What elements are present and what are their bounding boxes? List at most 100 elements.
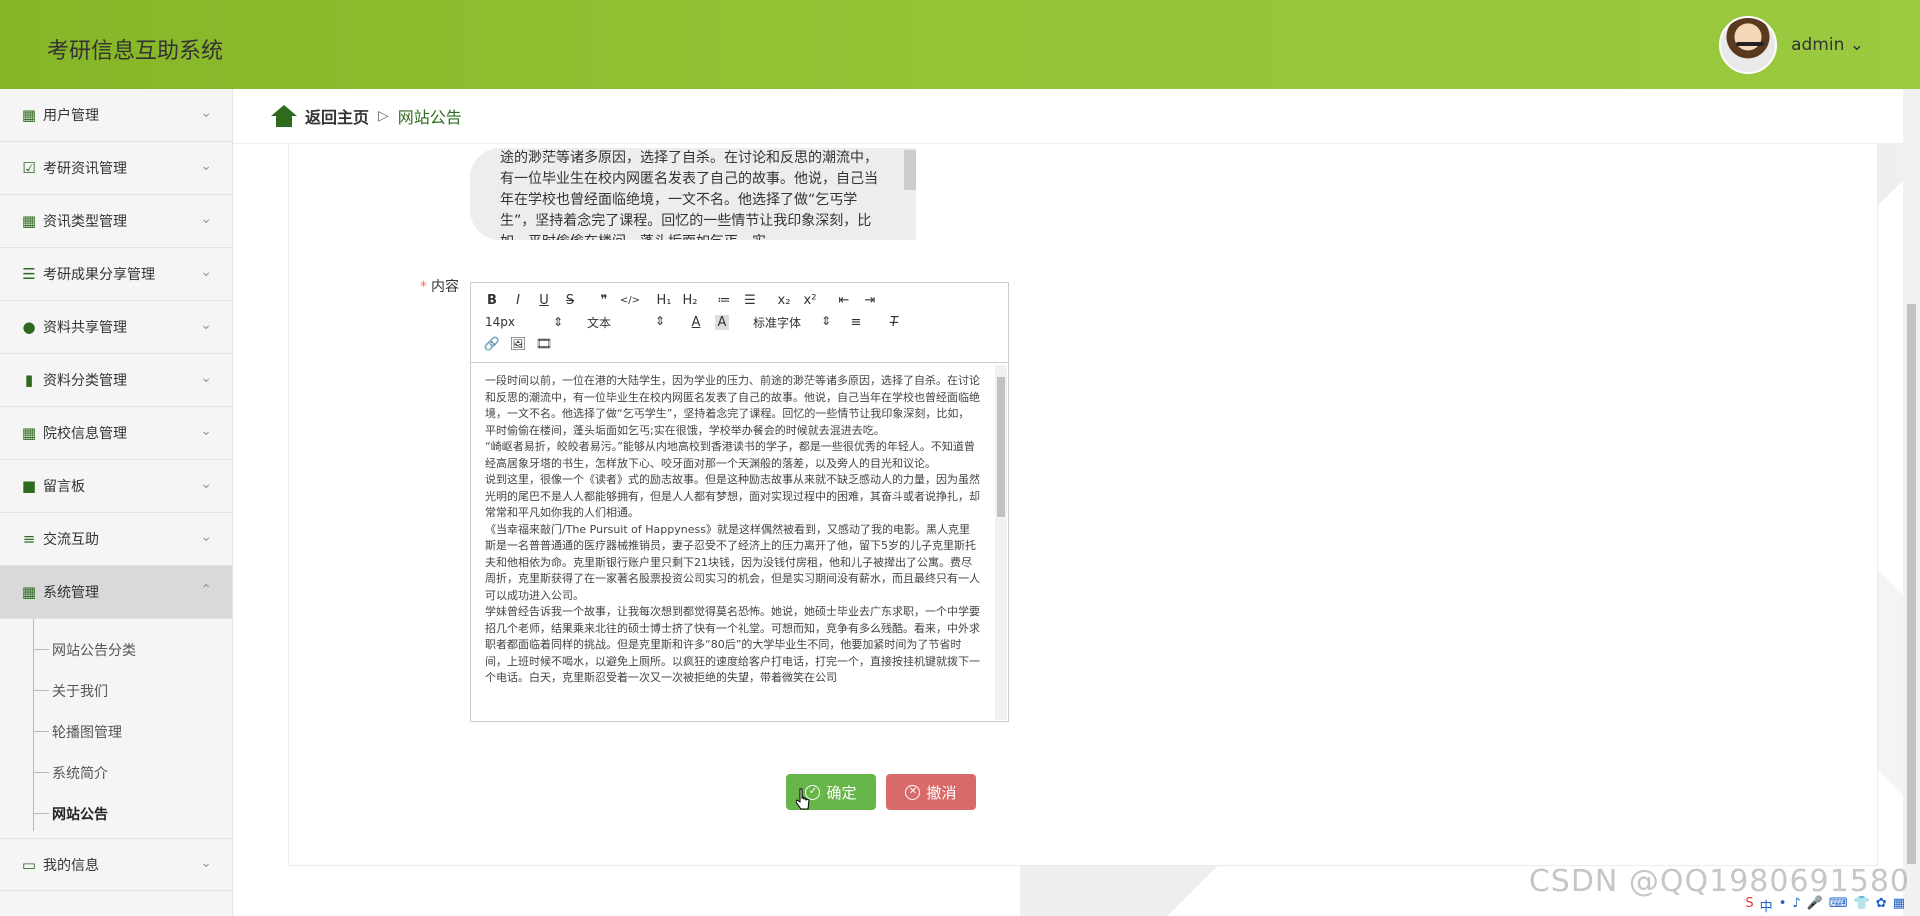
subscript-button[interactable]: x₂ <box>771 293 797 308</box>
chevron-down-icon: ⌄ <box>200 370 212 386</box>
user-name[interactable]: admin ⌄ <box>1791 35 1864 55</box>
select-arrow-icon: ⇕ <box>552 315 563 329</box>
content-label: * 内容 <box>420 276 459 296</box>
header2-button[interactable]: H₂ <box>677 293 703 308</box>
home-icon[interactable] <box>271 105 297 127</box>
system-submenu: 网站公告分类 关于我们 轮播图管理 系统简介 网站公告 <box>0 619 232 834</box>
microphone-icon[interactable]: 🎤 <box>1807 896 1823 916</box>
grid-icon: ▦ <box>21 583 37 601</box>
bold-button[interactable]: B <box>479 293 505 308</box>
clear-format-icon[interactable]: T̶ <box>881 315 907 330</box>
breadcrumb-separator: ▷ <box>378 108 389 124</box>
chevron-down-icon: ⌄ <box>200 855 212 871</box>
watermark: CSDN @QQ1980691580 <box>1528 864 1910 899</box>
indent-button[interactable]: ⇥ <box>857 293 883 308</box>
ime-chinese-indicator[interactable]: 中 <box>1760 896 1773 916</box>
summary-scrollbar[interactable] <box>904 150 916 190</box>
toolbar-row-1: B I U S ❞ </> H₁ H₂ ≔ ☰ x₂ x² ⇤ ⇥ <box>479 289 1000 311</box>
sidebar-item-news-type-management[interactable]: ▦ 资讯类型管理 ⌄ <box>0 195 232 248</box>
sidebar-item-system-management[interactable]: ▦ 系统管理 ⌃ <box>0 566 232 619</box>
chevron-up-icon: ⌃ <box>200 582 212 598</box>
settings-icon[interactable]: ✿ <box>1876 896 1887 916</box>
grid-icon: ▦ <box>21 106 37 124</box>
chevron-down-icon: ⌄ <box>200 264 212 280</box>
blockquote-button[interactable]: ❞ <box>591 293 617 308</box>
superscript-button[interactable]: x² <box>797 293 823 308</box>
chevron-down-icon: ⌄ <box>200 211 212 227</box>
video-icon[interactable]: 🎞 <box>531 337 557 352</box>
content-paragraph: 《当幸福来敲门/The Pursuit of Happyness》就是这样偶然被… <box>485 522 980 602</box>
bar-chart-icon: ▮ <box>24 371 34 389</box>
toolbox-icon[interactable]: ▦ <box>1893 896 1905 916</box>
editor-scrollbar-thumb[interactable] <box>997 377 1005 517</box>
chevron-down-icon: ⌄ <box>200 529 212 545</box>
user-icon: ● <box>22 318 36 336</box>
italic-button[interactable]: I <box>505 293 531 308</box>
align-icon[interactable]: ≡ <box>843 315 869 330</box>
link-icon[interactable]: 🔗 <box>479 337 505 352</box>
sidebar-item-resource-category[interactable]: ▮ 资料分类管理 ⌄ <box>0 354 232 407</box>
editor-content[interactable]: 一段时间以前，一位在港的大陆学生，因为学业的压力、前途的渺茫等诸多原因，选择了自… <box>471 363 1008 721</box>
confirm-label: 确定 <box>826 783 857 802</box>
editor-scrollbar[interactable] <box>995 365 1007 720</box>
rich-text-editor: B I U S ❞ </> H₁ H₂ ≔ ☰ x₂ x² ⇤ ⇥ 14px ⇕ … <box>470 282 1009 722</box>
sidebar-item-label: 考研成果分享管理 <box>43 267 155 283</box>
submenu-item-system-intro[interactable]: 系统简介 <box>0 752 232 793</box>
bullet-list-button[interactable]: ☰ <box>737 293 763 308</box>
editor-toolbar: B I U S ❞ </> H₁ H₂ ≔ ☰ x₂ x² ⇤ ⇥ 14px ⇕ … <box>471 283 1008 363</box>
summary-textarea[interactable]: 途的渺茫等诸多原因，选择了自杀。在讨论和反思的潮流中，有一位毕业生在校内网匿名发… <box>470 148 916 240</box>
background-color-icon[interactable]: A <box>715 314 729 330</box>
submenu-item-about-us[interactable]: 关于我们 <box>0 670 232 711</box>
skin-icon[interactable]: 👕 <box>1854 896 1870 916</box>
ime-sound-icon[interactable]: ♪ <box>1792 896 1800 916</box>
code-block-button[interactable]: </> <box>617 295 643 306</box>
sidebar-item-message-board[interactable]: ■ 留言板 ⌄ <box>0 460 232 513</box>
breadcrumb-home-link[interactable]: 返回主页 <box>305 104 369 128</box>
font-color-icon[interactable]: A <box>683 315 709 330</box>
chevron-down-icon: ⌄ <box>200 476 212 492</box>
submenu-item-notice-category[interactable]: 网站公告分类 <box>0 629 232 670</box>
ime-punctuation-icon[interactable]: • <box>1779 896 1787 916</box>
header1-button[interactable]: H₁ <box>651 293 677 308</box>
sidebar-item-label: 系统管理 <box>43 585 99 601</box>
sidebar-item-label: 用户管理 <box>43 108 99 124</box>
font-family-select[interactable]: 标准字体 ⇕ <box>747 314 837 331</box>
keyboard-icon[interactable]: ⌨ <box>1829 896 1848 916</box>
toolbar-row-2: 14px ⇕ 文本 ⇕ A A 标准字体 ⇕ ≡ T̶ <box>479 311 1000 333</box>
clipboard-check-icon: ☑ <box>22 159 36 177</box>
sidebar-item-exchange[interactable]: ≡ 交流互助 ⌄ <box>0 513 232 566</box>
submenu-item-carousel[interactable]: 轮播图管理 <box>0 711 232 752</box>
card-icon: ▭ <box>21 855 37 874</box>
sidebar-item-school-info[interactable]: ▦ 院校信息管理 ⌄ <box>0 407 232 460</box>
system-tray: S 中 • ♪ 🎤 ⌨ 👕 ✿ ▦ <box>1745 896 1905 916</box>
content-paragraph: “崎岖者易折，皎皎者易污。”能够从内地高校到香港读书的学子，都是一些很优秀的年轻… <box>485 440 975 470</box>
sidebar-item-user-management[interactable]: ▦ 用户管理 ⌄ <box>0 89 232 142</box>
sidebar-item-label: 交流互助 <box>43 532 99 548</box>
ime-logo-icon[interactable]: S <box>1745 896 1753 916</box>
close-circle-icon: ✕ <box>905 784 921 800</box>
ordered-list-button[interactable]: ≔ <box>711 293 737 308</box>
page-scrollbar[interactable] <box>1903 89 1920 916</box>
image-icon[interactable]: 🖼 <box>505 337 531 352</box>
sidebar-item-my-info[interactable]: ▭ 我的信息 ⌄ <box>0 838 232 891</box>
avatar[interactable] <box>1719 16 1778 74</box>
sidebar-item-label: 院校信息管理 <box>43 426 127 442</box>
sidebar-item-resource-share[interactable]: ● 资料共享管理 ⌄ <box>0 301 232 354</box>
underline-button[interactable]: U <box>531 293 557 308</box>
header-select[interactable]: 文本 ⇕ <box>581 314 671 331</box>
user-menu[interactable]: admin ⌄ <box>1719 16 1864 74</box>
chevron-down-icon: ⌄ <box>200 158 212 174</box>
summary-text: 途的渺茫等诸多原因，选择了自杀。在讨论和反思的潮流中，有一位毕业生在校内网匿名发… <box>500 150 878 240</box>
submenu-item-site-notice[interactable]: 网站公告 <box>0 793 232 834</box>
sidebar-item-label: 留言板 <box>43 479 85 495</box>
list-icon: ☰ <box>22 265 36 283</box>
sidebar-item-achievement-share[interactable]: ☰ 考研成果分享管理 ⌄ <box>0 248 232 301</box>
sidebar-item-label: 考研资讯管理 <box>43 161 127 177</box>
font-size-select[interactable]: 14px ⇕ <box>479 315 569 329</box>
strike-button[interactable]: S <box>557 293 583 308</box>
page-scrollbar-thumb[interactable] <box>1907 304 1916 864</box>
sidebar-item-news-management[interactable]: ☑ 考研资讯管理 ⌄ <box>0 142 232 195</box>
outdent-button[interactable]: ⇤ <box>831 293 857 308</box>
cancel-button[interactable]: ✕ 撤消 <box>886 774 976 810</box>
sidebar: ▦ 用户管理 ⌄ ☑ 考研资讯管理 ⌄ ▦ 资讯类型管理 ⌄ ☰ 考研成果分享管… <box>0 89 233 916</box>
